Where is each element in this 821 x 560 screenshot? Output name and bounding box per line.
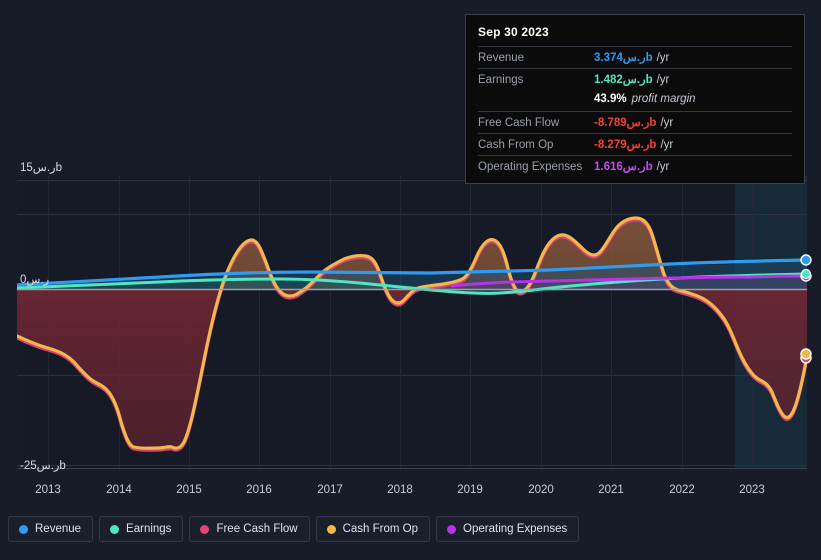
tooltip-row-value: 1.482ر.سb xyxy=(594,74,653,86)
x-axis-tick-2019: 2019 xyxy=(457,484,483,496)
tooltip-profit-margin-row: 43.9% profit margin xyxy=(478,90,792,111)
legend-item-cash-from-op[interactable]: Cash From Op xyxy=(315,516,431,542)
tooltip-profit-margin-label: profit margin xyxy=(631,93,696,105)
tooltip-row-label: Operating Expenses xyxy=(478,161,583,173)
x-axis-tick-2015: 2015 xyxy=(176,484,202,496)
legend-item-earnings[interactable]: Earnings xyxy=(99,516,184,542)
legend-color-swatch-icon xyxy=(326,524,336,534)
revenue-endpoint-marker xyxy=(800,254,812,266)
tooltip-row: Operating Expenses 1.616ر.سb/yr xyxy=(478,155,792,177)
x-axis-tick-2018: 2018 xyxy=(387,484,413,496)
legend-item-revenue[interactable]: Revenue xyxy=(8,516,94,542)
legend-item-label: Cash From Op xyxy=(342,523,419,535)
y-axis-label-zero: 0ر.س xyxy=(20,274,50,286)
legend-color-swatch-icon xyxy=(447,524,457,534)
x-axis-tick-2023: 2023 xyxy=(739,484,765,496)
x-axis-tick-2020: 2020 xyxy=(528,484,554,496)
tooltip-row: Free Cash Flow -8.789ر.سb/yr xyxy=(478,111,792,133)
legend-color-swatch-icon xyxy=(110,524,120,534)
tooltip-date: Sep 30 2023 xyxy=(478,25,549,39)
x-axis-tick-2013: 2013 xyxy=(35,484,61,496)
legend-item-label: Revenue xyxy=(35,523,82,535)
tooltip-row-label: Free Cash Flow xyxy=(478,117,560,129)
legend-item-label: Earnings xyxy=(126,523,172,535)
tooltip-row: Revenue 3.374ر.سb/yr xyxy=(478,46,792,68)
legend-item-free-cash-flow[interactable]: Free Cash Flow xyxy=(189,516,310,542)
tooltip-row-label: Cash From Op xyxy=(478,139,554,151)
y-axis-label-top: 15ر.سb xyxy=(20,162,63,174)
tooltip-row-value: 3.374ر.سb xyxy=(594,52,653,64)
tooltip-row-unit: /yr xyxy=(660,117,674,129)
tooltip-rows: Revenue 3.374ر.سb/yr Earnings 1.482ر.سb/yr 4… xyxy=(478,46,792,177)
tooltip-row-value: -8.279ر.سb xyxy=(594,139,657,151)
y-axis-label-bottom: -25ر.سb xyxy=(20,460,66,472)
cash-from-op-endpoint-marker xyxy=(800,348,812,360)
tooltip-row-unit: /yr xyxy=(656,52,670,64)
legend-item-label: Free Cash Flow xyxy=(216,523,298,535)
tooltip-row-label: Earnings xyxy=(478,74,524,86)
legend-item-label: Operating Expenses xyxy=(463,523,568,535)
legend-color-swatch-icon xyxy=(200,524,210,534)
x-axis: 2013 2014 2015 2016 2017 2018 2019 2020 2021 2022… xyxy=(0,484,821,502)
legend-item-operating-expenses[interactable]: Operating Expenses xyxy=(436,516,580,542)
tooltip-profit-margin-value: 43.9% xyxy=(594,93,627,105)
earnings-endpoint-marker xyxy=(800,268,812,280)
tooltip-row-value: 1.616ر.سb xyxy=(594,161,653,173)
tooltip-row-unit: /yr xyxy=(660,139,674,151)
chart-legend[interactable]: Revenue Earnings Free Cash Flow Cash From O… xyxy=(8,516,580,542)
x-axis-tick-2021: 2021 xyxy=(598,484,624,496)
x-axis-tick-2014: 2014 xyxy=(106,484,132,496)
x-axis-tick-2022: 2022 xyxy=(669,484,695,496)
tooltip-row-value: -8.789ر.سb xyxy=(594,117,657,129)
legend-color-swatch-icon xyxy=(19,524,28,534)
tooltip-row-unit: /yr xyxy=(656,74,670,86)
tooltip-row-unit: /yr xyxy=(656,161,670,173)
tooltip-row: Cash From Op -8.279ر.سb/yr xyxy=(478,133,792,155)
x-axis-tick-2017: 2017 xyxy=(317,484,343,496)
x-axis-tick-2016: 2016 xyxy=(246,484,272,496)
tooltip-row: Earnings 1.482ر.سb/yr xyxy=(478,68,792,90)
tooltip-row-label: Revenue xyxy=(478,52,525,64)
chart-screen: 15ر.سb 0ر.س -25ر.سb 2013 2014 2015 2016 2017… xyxy=(0,0,821,560)
chart-tooltip: Sep 30 2023 Revenue 3.374ر.سb/yr Earnings 1… xyxy=(465,14,805,184)
